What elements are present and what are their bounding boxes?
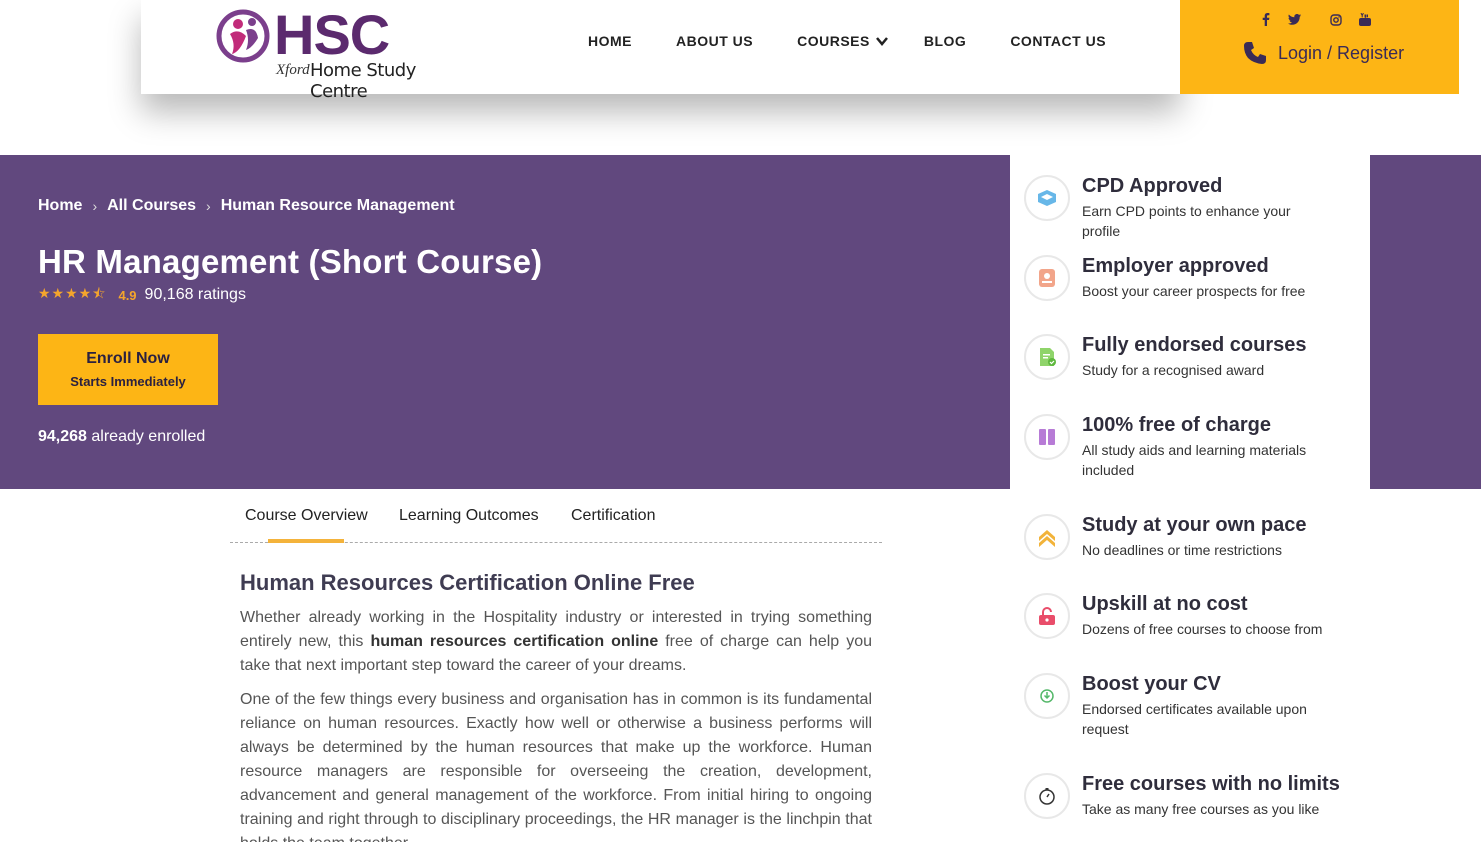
- benefit-desc: Take as many free courses as you like: [1082, 801, 1320, 817]
- books-icon: [1024, 414, 1070, 460]
- enrolled-count: 94,268 already enrolled: [38, 428, 205, 446]
- benefit-title: Study at your own pace: [1082, 514, 1307, 536]
- breadcrumb-home[interactable]: Home: [38, 197, 82, 215]
- benefit-desc: Boost your career prospects for free: [1082, 283, 1306, 299]
- login-register-label: Login / Register: [1278, 42, 1405, 63]
- enrolled-number: 94,268: [38, 428, 87, 445]
- logo-subtitle: Home Study Centre: [310, 60, 416, 102]
- benefit-item: Fully endorsed courses Study for a recogn…: [1024, 334, 1332, 380]
- content-heading: Human Resources Certification Online Fre…: [240, 570, 695, 595]
- benefit-item: Free courses with no limits Take as many …: [1024, 773, 1340, 819]
- certificate-icon: [1024, 334, 1070, 380]
- logo-text: HSC: [274, 3, 390, 66]
- benefit-title: Upskill at no cost: [1082, 593, 1248, 615]
- nav-home[interactable]: HOME: [588, 33, 632, 49]
- logo-mark-icon: [216, 9, 270, 63]
- login-register-link[interactable]: Login / Register: [1242, 40, 1404, 66]
- site-logo[interactable]: HSC Xford Home Study Centre: [216, 3, 456, 102]
- benefit-item: Study at your own pace No deadlines or ti…: [1024, 514, 1332, 560]
- benefit-title: CPD Approved: [1082, 175, 1223, 197]
- nav-courses-label: COURSES: [797, 33, 870, 49]
- benefit-item: Upskill at no cost Dozens of free courses…: [1024, 593, 1332, 639]
- nav-courses[interactable]: COURSES: [797, 33, 888, 49]
- page-title: HR Management (Short Course): [38, 243, 543, 280]
- enroll-now-button[interactable]: Enroll Now Starts Immediately: [38, 334, 218, 405]
- benefit-item: Boost your CV Endorsed certificates avail…: [1024, 673, 1332, 739]
- benefit-desc: All study aids and learning materials in…: [1082, 442, 1307, 478]
- p1-bold: human resources certification online: [370, 633, 659, 650]
- benefit-title: Employer approved: [1082, 255, 1269, 277]
- youtube-icon[interactable]: [1357, 12, 1372, 27]
- enroll-sublabel: Starts Immediately: [70, 374, 186, 389]
- benefit-title: Fully endorsed courses: [1082, 334, 1307, 356]
- cv-badge-icon: [1024, 673, 1070, 719]
- rating-stars-icon: ★★★★⯪: [38, 285, 107, 301]
- benefit-item: Employer approved Boost your career prosp…: [1024, 255, 1332, 301]
- instagram-icon[interactable]: [1328, 12, 1343, 27]
- benefits-sidebar: CPD Approved Earn CPD points to enhance y…: [1010, 155, 1370, 842]
- unlock-icon: [1024, 593, 1070, 639]
- benefit-title: Boost your CV: [1082, 673, 1221, 695]
- stopwatch-icon: [1024, 773, 1070, 819]
- benefit-title: Free courses with no limits: [1082, 773, 1340, 795]
- tab-certification[interactable]: Certification: [571, 507, 655, 525]
- hero-side-band: [1370, 155, 1481, 489]
- social-links: [1258, 12, 1386, 27]
- breadcrumb-separator-icon: ›: [92, 198, 98, 214]
- course-tabs: Course Overview Learning Outcomes Certif…: [230, 489, 882, 543]
- benefit-desc: Earn CPD points to enhance your profile: [1082, 203, 1291, 239]
- rating-count: 90,168 ratings: [144, 286, 246, 303]
- chevrons-up-icon: [1024, 514, 1070, 560]
- benefit-desc: Study for a recognised award: [1082, 362, 1265, 378]
- breadcrumb-current[interactable]: Human Resource Management: [221, 197, 455, 215]
- benefit-desc: Dozens of free courses to choose from: [1082, 621, 1323, 637]
- breadcrumb-separator-icon: ›: [206, 198, 211, 214]
- header-account-panel: Login / Register: [1180, 0, 1459, 94]
- nav-about-us[interactable]: ABOUT US: [676, 33, 753, 49]
- facebook-icon[interactable]: [1258, 12, 1273, 27]
- enroll-label: Enroll Now: [86, 350, 170, 367]
- benefit-desc: No deadlines or time restrictions: [1082, 542, 1282, 558]
- benefit-desc: Endorsed certificates available upon req…: [1082, 701, 1307, 737]
- enrolled-suffix: already enrolled: [86, 428, 206, 445]
- rating-value: 4.9: [118, 287, 137, 303]
- breadcrumb-all-courses[interactable]: All Courses: [107, 197, 196, 215]
- chevron-down-icon: [875, 37, 888, 46]
- employee-badge-icon: [1024, 255, 1070, 301]
- nav-blog[interactable]: BLOG: [924, 33, 966, 49]
- benefit-item: CPD Approved Earn CPD points to enhance y…: [1024, 175, 1332, 241]
- nav-contact-us[interactable]: CONTACT US: [1010, 33, 1106, 49]
- benefit-title: 100% free of charge: [1082, 414, 1271, 436]
- benefit-item: 100% free of charge All study aids and le…: [1024, 414, 1332, 480]
- main-nav: HOME ABOUT US COURSES BLOG CONTACT US: [588, 33, 1150, 49]
- twitter-icon[interactable]: [1287, 12, 1302, 27]
- active-tab-indicator: [268, 539, 344, 543]
- breadcrumb: Home › All Courses › Human Resource Mana…: [38, 197, 455, 215]
- phone-icon: [1244, 42, 1266, 64]
- tab-learning-outcomes[interactable]: Learning Outcomes: [399, 507, 539, 525]
- logo-sub-script: Xford: [276, 62, 310, 78]
- content-paragraph: Whether already working in the Hospitali…: [240, 606, 872, 678]
- graduation-cap-icon: [1024, 175, 1070, 221]
- content-paragraph: One of the few things every business and…: [240, 691, 872, 842]
- course-rating: ★★★★⯪ 4.9 90,168 ratings: [38, 283, 246, 307]
- tab-course-overview[interactable]: Course Overview: [245, 507, 368, 525]
- site-header: HSC Xford Home Study Centre HOME ABOUT U…: [141, 0, 1180, 102]
- course-overview-content: Human Resources Certification Online Fre…: [240, 570, 872, 842]
- course-hero: Home › All Courses › Human Resource Mana…: [0, 155, 1010, 489]
